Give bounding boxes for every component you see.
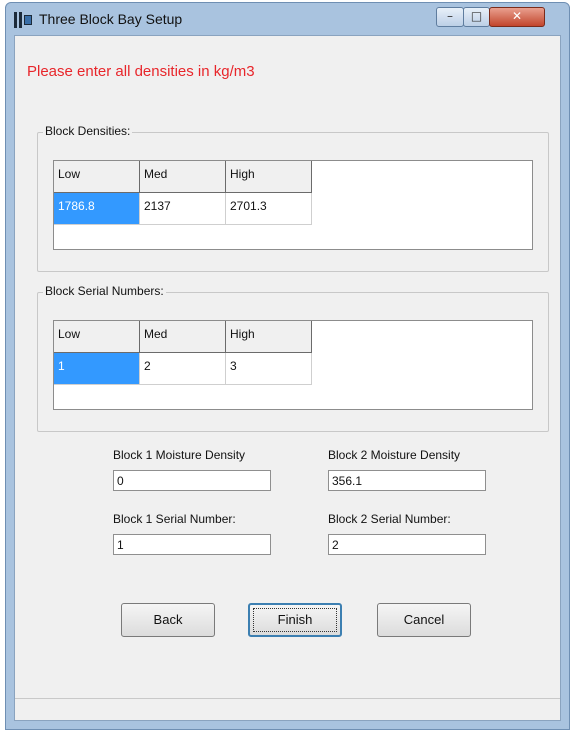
serials-header-med[interactable]: Med [140, 321, 226, 353]
block-densities-group: Block Densities: Low Med High 1786.8 213… [37, 124, 549, 272]
cancel-button[interactable]: Cancel [377, 603, 471, 637]
block2-moisture-label: Block 2 Moisture Density [328, 448, 461, 462]
block1-moisture-label: Block 1 Moisture Density [113, 448, 246, 462]
serials-header-high[interactable]: High [226, 321, 312, 353]
minimize-icon: – [447, 9, 453, 23]
title-bar[interactable]: Three Block Bay Setup – □ ✕ [6, 3, 569, 35]
instruction-text: Please enter all densities in kg/m3 [27, 63, 255, 80]
back-button-label: Back [153, 612, 183, 627]
block1-moisture-input[interactable]: 0 [113, 470, 271, 491]
finish-focus-rect: Finish [253, 608, 337, 632]
densities-header-low[interactable]: Low [54, 161, 140, 193]
serials-cell-low[interactable]: 1 [54, 353, 140, 385]
densities-header-high[interactable]: High [226, 161, 312, 193]
densities-cell-high[interactable]: 2701.3 [226, 193, 312, 225]
close-icon: ✕ [511, 9, 523, 23]
finish-button[interactable]: Finish [248, 603, 342, 637]
block1-serial-label: Block 1 Serial Number: [113, 512, 236, 526]
serials-header-low[interactable]: Low [54, 321, 140, 353]
maximize-icon: □ [470, 9, 483, 23]
serials-grid[interactable]: Low Med High 1 2 3 [53, 320, 533, 410]
block-serials-legend: Block Serial Numbers: [43, 284, 166, 298]
finish-button-label: Finish [277, 612, 313, 627]
densities-cell-low[interactable]: 1786.8 [54, 193, 140, 225]
dialog-window: Three Block Bay Setup – □ ✕ Please enter… [5, 2, 570, 730]
window-title: Three Block Bay Setup [39, 11, 183, 27]
maximize-button[interactable]: □ [463, 7, 490, 27]
densities-cell-med[interactable]: 2137 [140, 193, 226, 225]
serials-cell-high[interactable]: 3 [226, 353, 312, 385]
close-button[interactable]: ✕ [489, 7, 545, 27]
block2-moisture-input[interactable]: 356.1 [328, 470, 486, 491]
densities-header-med[interactable]: Med [140, 161, 226, 193]
serials-cell-med[interactable]: 2 [140, 353, 226, 385]
block-serials-group: Block Serial Numbers: Low Med High 1 2 3 [37, 284, 549, 432]
densities-grid[interactable]: Low Med High 1786.8 2137 2701.3 [53, 160, 533, 250]
block2-serial-input[interactable]: 2 [328, 534, 486, 555]
cancel-button-label: Cancel [403, 612, 445, 627]
app-icon [14, 12, 32, 28]
back-button[interactable]: Back [121, 603, 215, 637]
minimize-button[interactable]: – [436, 7, 464, 27]
status-bar [15, 698, 560, 720]
block1-serial-input[interactable]: 1 [113, 534, 271, 555]
dialog-client-area: Please enter all densities in kg/m3 Bloc… [14, 35, 561, 721]
block2-serial-label: Block 2 Serial Number: [328, 512, 451, 526]
block-densities-legend: Block Densities: [43, 124, 133, 138]
